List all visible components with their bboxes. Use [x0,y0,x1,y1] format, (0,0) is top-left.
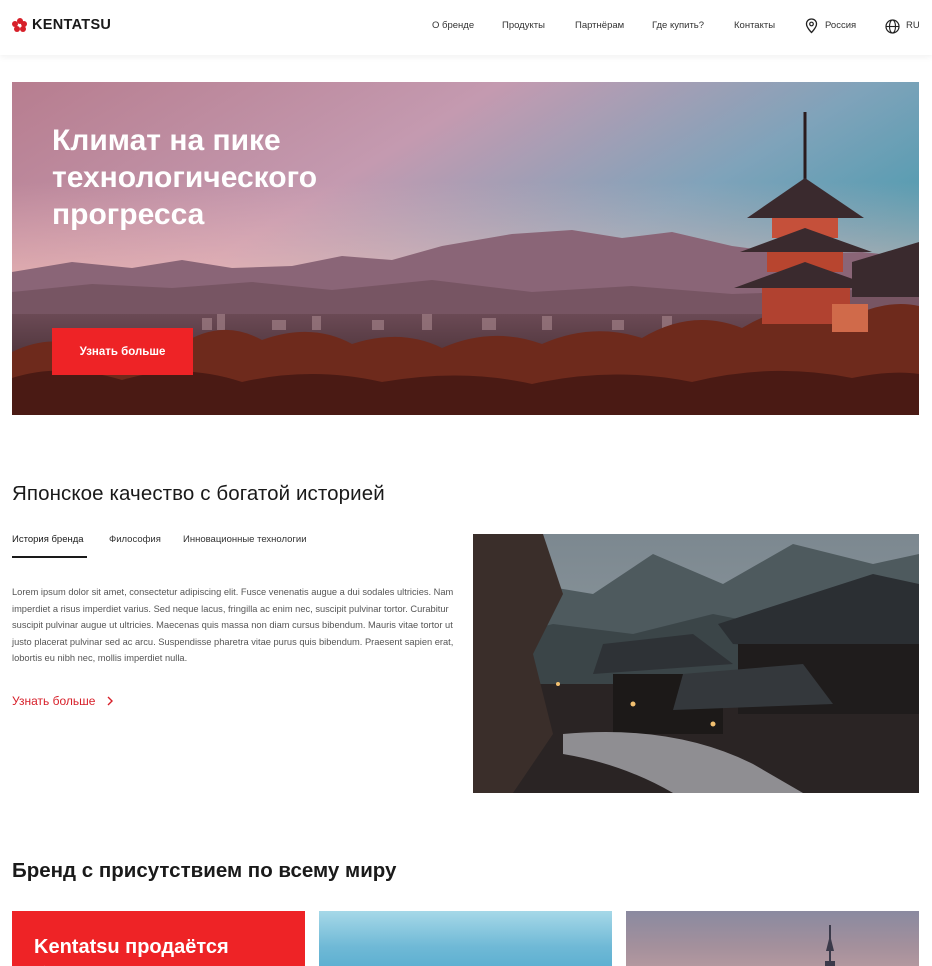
site-header: KENTATSU О бренде Продукты Партнёрам Где… [0,0,932,55]
chevron-right-icon [107,696,114,706]
worldwide-card-city-image[interactable] [626,911,919,966]
tower-shape [825,925,835,966]
active-tab-indicator [12,556,87,558]
nav-item-where-to-buy[interactable]: Где купить? [652,20,704,31]
brand-logo[interactable]: KENTATSU [12,17,111,33]
language-selector[interactable]: RU [906,20,920,31]
logo-flower-icon [12,17,27,33]
tab-philosophy[interactable]: Философия [109,534,161,545]
globe-icon [885,19,900,39]
region-selector[interactable]: Россия [825,20,856,31]
location-pin-icon [805,18,818,39]
nav-item-contacts[interactable]: Контакты [734,20,775,31]
nav-item-partners[interactable]: Партнёрам [575,20,624,31]
hero-learn-more-button[interactable]: Узнать больше [52,328,193,375]
quality-section-title: Японское качество с богатой историей [12,482,385,505]
brand-name: KENTATSU [32,17,112,33]
worldwide-card-text: Kentatsu продаётся более чем в 30 [34,936,229,966]
nav-item-products[interactable]: Продукты [502,20,545,31]
tab-innovative-technologies[interactable]: Инновационные технологии [183,534,307,545]
nav-item-about[interactable]: О бренде [432,20,474,31]
hero-banner: Климат на пике технологического прогресс… [12,82,919,415]
hero-title: Климат на пике технологического прогресс… [52,124,318,231]
tab-brand-history[interactable]: История бренда [12,534,84,545]
learn-more-label: Узнать больше [12,694,96,708]
worldwide-section-title: Бренд с присутствием по всему миру [12,859,397,882]
japanese-village-image [473,534,919,793]
worldwide-card-red[interactable]: Kentatsu продаётся более чем в 30 [12,911,305,966]
brand-history-text: Lorem ipsum dolor sit amet, consectetur … [12,587,454,663]
worldwide-card-sky-image[interactable] [319,911,612,966]
learn-more-link[interactable]: Узнать больше [12,694,114,708]
